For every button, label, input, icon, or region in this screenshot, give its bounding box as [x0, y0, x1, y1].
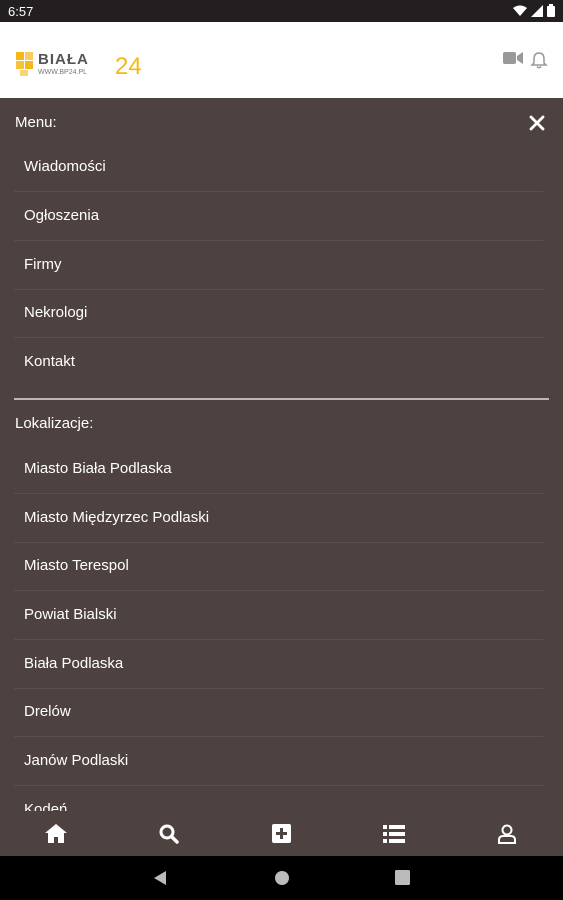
location-item[interactable]: Powiat Bialski	[14, 591, 543, 640]
list-icon	[383, 824, 406, 843]
location-item[interactable]: Miasto Terespol	[14, 542, 543, 591]
bottom-navigation	[0, 811, 563, 856]
nav-home-button[interactable]	[0, 811, 113, 856]
add-icon	[271, 824, 291, 843]
nav-search-button[interactable]	[113, 811, 226, 856]
search-icon	[159, 824, 179, 844]
logo-url: WWW.BP24.PL	[38, 69, 87, 76]
location-item[interactable]: Drelów	[14, 688, 543, 737]
navigation-drawer: Menu: Wiadomości Ogłoszenia Firmy Nekrol…	[0, 98, 563, 811]
video-camera-icon[interactable]	[503, 51, 523, 65]
status-icons	[513, 4, 555, 17]
recents-icon[interactable]	[395, 870, 410, 885]
bell-icon[interactable]	[530, 51, 548, 69]
menu-item-ogloszenia[interactable]: Ogłoszenia	[14, 192, 543, 241]
close-icon[interactable]	[529, 115, 545, 131]
nav-profile-button[interactable]	[450, 811, 563, 856]
menu-item-wiadomosci[interactable]: Wiadomości	[14, 143, 543, 192]
menu-item-firmy[interactable]: Firmy	[14, 241, 543, 290]
app-logo[interactable]: BIAŁA WWW.BP24.PL 24	[16, 50, 154, 78]
menu-item-nekrologi[interactable]: Nekrologi	[14, 289, 543, 338]
location-item[interactable]: Miasto Międzyrzec Podlaski	[14, 494, 543, 543]
location-item[interactable]: Biała Podlaska	[14, 640, 543, 689]
home-icon	[45, 824, 68, 843]
location-item[interactable]: Janów Podlaski	[14, 737, 543, 786]
home-circle-icon[interactable]	[274, 870, 290, 886]
signal-icon	[531, 4, 543, 17]
locations-section-title: Lokalizacje:	[15, 415, 94, 432]
logo-text: BIAŁA	[38, 51, 89, 68]
menu-item-kontakt[interactable]: Kontakt	[14, 338, 543, 387]
menu-section-title: Menu:	[15, 114, 57, 131]
user-icon	[497, 824, 516, 844]
section-divider	[14, 398, 549, 400]
status-bar: 6:57	[0, 0, 563, 22]
nav-list-button[interactable]	[338, 811, 451, 856]
app-header: BIAŁA WWW.BP24.PL 24	[0, 22, 563, 98]
system-navigation-bar	[0, 856, 563, 900]
status-time: 6:57	[8, 4, 34, 19]
back-icon[interactable]	[153, 870, 167, 886]
battery-icon	[547, 4, 555, 17]
location-item[interactable]: Kodeń	[14, 786, 543, 811]
location-item[interactable]: Miasto Biała Podlaska	[14, 445, 543, 494]
wifi-icon	[513, 5, 527, 16]
logo-number: 24	[115, 53, 142, 78]
nav-add-button[interactable]	[225, 811, 338, 856]
